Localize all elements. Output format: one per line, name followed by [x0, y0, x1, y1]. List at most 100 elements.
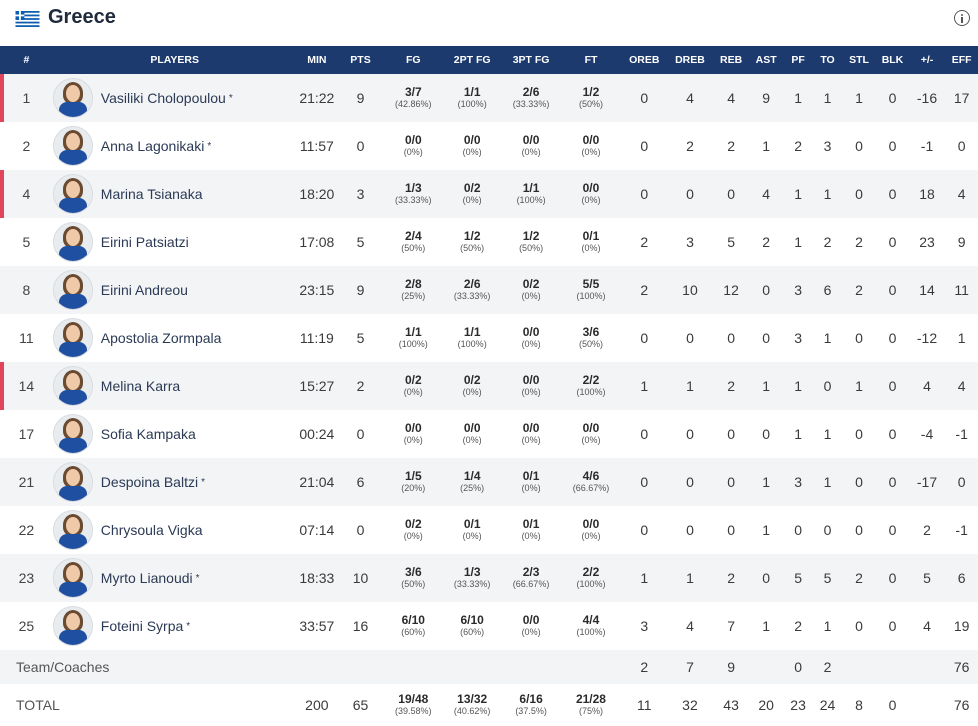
fg-cell: 3/6 (50%): [384, 554, 443, 602]
fg2-percentage: (60%): [460, 627, 485, 637]
table-row[interactable]: 23 Myrto Lianoudi * 18:33 10 3/6 (50%) 1/3 (33.3…: [0, 554, 978, 602]
player-info[interactable]: Despoina Baltzi *: [52, 462, 297, 502]
player-name[interactable]: Eirini Patsiatzi: [101, 234, 189, 250]
column-header[interactable]: EFF: [945, 46, 978, 74]
table-row[interactable]: 11 Apostolia Zormpala 11:19 5 1/1 (100%) 1/1 (1…: [0, 314, 978, 362]
team-coaches-label: Team/Coaches: [16, 659, 110, 675]
player-cell[interactable]: Sofia Kampaka: [52, 410, 297, 458]
table-row[interactable]: 25 Foteini Syrpa * 33:57 16 6/10 (60%) 6/10 (60%…: [0, 602, 978, 650]
ft-made-attempted: 5/5: [582, 277, 600, 291]
fg2-cell: 0/1 (0%): [443, 506, 502, 554]
ast-value: 9: [762, 90, 770, 106]
player-cell[interactable]: Despoina Baltzi *: [52, 458, 297, 506]
column-header[interactable]: PF: [783, 46, 813, 74]
player-name[interactable]: Chrysoula Vigka: [101, 522, 203, 538]
column-header[interactable]: FG: [384, 46, 443, 74]
column-header[interactable]: #: [0, 46, 53, 74]
player-cell[interactable]: Melina Karra: [52, 362, 297, 410]
column-header[interactable]: STL: [842, 46, 877, 74]
info-icon[interactable]: [954, 10, 970, 26]
table-row[interactable]: 4 Marina Tsianaka 18:20 3 1/3 (33.33%) 0/2 (0%)…: [0, 170, 978, 218]
ast-value: 0: [762, 570, 770, 586]
pm-value: -1: [920, 138, 934, 154]
minutes: 33:57: [299, 618, 335, 634]
player-name[interactable]: Apostolia Zormpala: [101, 330, 222, 346]
jersey-number: 17: [18, 426, 35, 442]
fg-percentage: (20%): [401, 483, 426, 493]
player-cell[interactable]: Eirini Andreou: [52, 266, 297, 314]
table-row[interactable]: 5 Eirini Patsiatzi 17:08 5 2/4 (50%) 1/2 (50%) 1…: [0, 218, 978, 266]
player-info[interactable]: Chrysoula Vigka: [52, 510, 297, 550]
player-info[interactable]: Anna Lagonikaki *: [52, 126, 297, 166]
player-info[interactable]: Sofia Kampaka: [52, 414, 297, 454]
ast-value: 1: [762, 474, 770, 490]
column-header[interactable]: FT: [561, 46, 622, 74]
player-info[interactable]: Myrto Lianoudi *: [52, 558, 297, 598]
column-header[interactable]: 3PT FG: [502, 46, 561, 74]
points: 5: [356, 234, 365, 250]
stl-value: 1: [855, 90, 863, 106]
eff-value: 1: [957, 330, 966, 346]
player-name[interactable]: Myrto Lianoudi: [101, 570, 193, 586]
player-cell[interactable]: Foteini Syrpa *: [52, 602, 297, 650]
player-info[interactable]: Foteini Syrpa *: [52, 606, 297, 646]
player-name[interactable]: Anna Lagonikaki: [101, 138, 205, 154]
fg2-cell: 1/1 (100%): [443, 74, 502, 122]
fg2-percentage: (50%): [460, 243, 485, 253]
player-name[interactable]: Melina Karra: [101, 378, 180, 394]
player-cell[interactable]: Chrysoula Vigka: [52, 506, 297, 554]
jersey-number: 1: [0, 74, 53, 122]
player-cell[interactable]: Anna Lagonikaki *: [52, 122, 297, 170]
jersey-number: 4: [0, 170, 53, 218]
blk-value: 0: [888, 234, 897, 250]
column-header[interactable]: BLK: [876, 46, 908, 74]
column-header[interactable]: PTS: [337, 46, 384, 74]
player-info[interactable]: Vasiliki Cholopoulou *: [52, 78, 297, 118]
table-row[interactable]: 2 Anna Lagonikaki * 11:57 0 0/0 (0%) 0/0 (0%) 0/0…: [0, 122, 978, 170]
player-info[interactable]: Marina Tsianaka: [52, 174, 297, 214]
column-header[interactable]: 2PT FG: [443, 46, 502, 74]
player-info[interactable]: Apostolia Zormpala: [52, 318, 297, 358]
jersey-number: 21: [18, 474, 35, 490]
ast-value: 0: [762, 426, 770, 442]
blk-value: 0: [888, 522, 897, 538]
player-name[interactable]: Eirini Andreou: [101, 282, 188, 298]
column-header[interactable]: OREB: [621, 46, 667, 74]
player-info[interactable]: Eirini Patsiatzi: [52, 222, 297, 262]
table-row[interactable]: 17 Sofia Kampaka 00:24 0 0/0 (0%) 0/0 (0%) 0/0 (0…: [0, 410, 978, 458]
ft-cell: 21/28 (75%): [561, 684, 622, 726]
column-header[interactable]: TO: [813, 46, 841, 74]
table-row[interactable]: 14 Melina Karra 15:27 2 0/2 (0%) 0/2 (0%) 0/0 (0%…: [0, 362, 978, 410]
eff-value: 76: [953, 697, 970, 713]
team-title: Greece: [48, 6, 116, 28]
stl-value: 0: [855, 186, 863, 202]
eff-value: 17: [953, 90, 970, 106]
column-header[interactable]: AST: [749, 46, 783, 74]
player-cell[interactable]: Eirini Patsiatzi: [52, 218, 297, 266]
player-cell[interactable]: Vasiliki Cholopoulou *: [52, 74, 297, 122]
column-header[interactable]: PLAYERS: [53, 46, 297, 74]
player-name[interactable]: Vasiliki Cholopoulou: [101, 90, 226, 106]
player-info[interactable]: Eirini Andreou: [52, 270, 297, 310]
player-name[interactable]: Sofia Kampaka: [101, 426, 196, 442]
player-name[interactable]: Marina Tsianaka: [101, 186, 203, 202]
player-cell[interactable]: Myrto Lianoudi *: [52, 554, 297, 602]
reb-value: 4: [727, 90, 735, 106]
oreb-value: 0: [640, 426, 649, 442]
ft-made-attempted: 0/0: [582, 421, 600, 435]
player-info[interactable]: Melina Karra: [52, 366, 297, 406]
column-header[interactable]: REB: [713, 46, 750, 74]
player-name[interactable]: Despoina Baltzi: [101, 474, 198, 490]
column-header[interactable]: +/-: [909, 46, 946, 74]
player-cell[interactable]: Marina Tsianaka: [52, 170, 297, 218]
table-row[interactable]: 8 Eirini Andreou 23:15 9 2/8 (25%) 2/6 (33.33%)…: [0, 266, 978, 314]
table-row[interactable]: 21 Despoina Baltzi * 21:04 6 1/5 (20%) 1/4 (25%)…: [0, 458, 978, 506]
blk-value: 0: [888, 697, 897, 713]
player-cell[interactable]: Apostolia Zormpala: [52, 314, 297, 362]
table-row[interactable]: 1 Vasiliki Cholopoulou * 21:22 9 3/7 (42.86%) 1…: [0, 74, 978, 122]
table-row[interactable]: 22 Chrysoula Vigka 07:14 0 0/2 (0%) 0/1 (0%) 0/1…: [0, 506, 978, 554]
player-name[interactable]: Foteini Syrpa: [101, 618, 183, 634]
pm-value: 4: [923, 378, 931, 394]
column-header[interactable]: MIN: [297, 46, 338, 74]
column-header[interactable]: DREB: [667, 46, 713, 74]
